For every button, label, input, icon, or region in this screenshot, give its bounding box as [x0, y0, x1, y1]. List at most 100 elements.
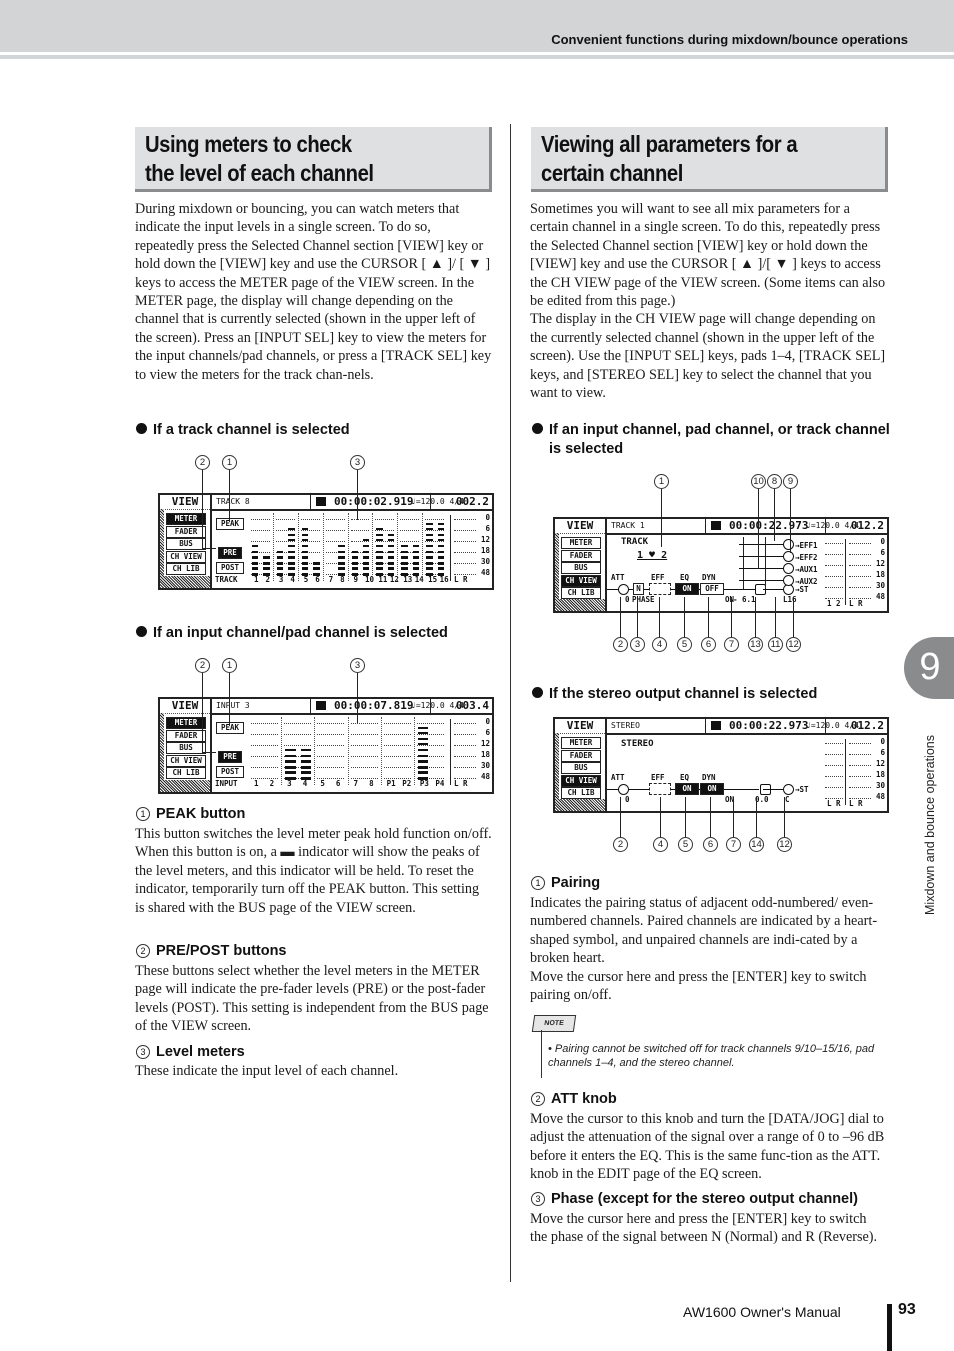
eff-button[interactable] — [649, 583, 671, 595]
tab-ch-lib[interactable]: CH LIB — [166, 563, 206, 575]
item-title: ATT knob — [551, 1091, 617, 1107]
number-badge: 3 — [531, 1192, 545, 1206]
leader-line — [202, 752, 216, 753]
meter-segment — [426, 533, 433, 536]
channel-number: 1 — [254, 779, 259, 788]
att-knob[interactable] — [618, 584, 629, 595]
post-button[interactable]: POST — [216, 766, 244, 778]
send-knob[interactable] — [783, 575, 794, 586]
eq-button[interactable]: ON — [675, 583, 699, 595]
tab-bus[interactable]: BUS — [166, 742, 206, 754]
att-label: ATT — [611, 573, 625, 582]
channel-number: 11 — [378, 575, 388, 584]
att-value: 0 — [625, 795, 630, 804]
tab-fader[interactable]: FADER — [166, 729, 206, 742]
eff-button[interactable] — [649, 783, 671, 795]
meter-divider — [347, 717, 349, 785]
scale-label: 0 — [880, 537, 885, 546]
callout-4: 4 — [653, 837, 668, 852]
meter-gridline — [400, 519, 420, 520]
meter-gridline — [350, 756, 378, 757]
time-counter: 00:00:07.819 — [334, 699, 414, 712]
meter-divider — [272, 513, 274, 581]
sidebar-hatch — [555, 799, 605, 811]
send-knob[interactable] — [783, 539, 794, 550]
scale-dotline — [849, 587, 871, 588]
meter-segment — [417, 771, 429, 775]
tab-meter[interactable]: METER — [166, 513, 206, 525]
att-knob[interactable] — [618, 784, 629, 795]
tab-ch-lib[interactable]: CH LIB — [166, 767, 206, 779]
peak-button[interactable]: PEAK — [216, 518, 244, 530]
scale-dotline — [454, 734, 476, 735]
tab-ch-view[interactable]: CH VIEW — [166, 754, 206, 767]
tab-meter[interactable]: METER — [166, 717, 206, 729]
selected-channel: STEREO — [611, 721, 640, 730]
channel-meter-gridline — [825, 576, 843, 577]
leader-line — [202, 548, 216, 549]
meter-gridline — [251, 767, 279, 768]
tab-ch-view[interactable]: CH VIEW — [166, 550, 206, 563]
tab-meter[interactable]: METER — [561, 537, 601, 549]
pairing-indicator[interactable]: 1 ♥ 2 — [637, 550, 667, 561]
case-input-heading: If an input channel/pad channel is selec… — [136, 624, 448, 643]
tab-ch-view[interactable]: CH VIEW — [561, 574, 601, 587]
phase-button[interactable]: N — [633, 583, 644, 595]
case-text: If the stereo output channel is selected — [549, 686, 818, 702]
tab-ch-lib[interactable]: CH LIB — [561, 587, 601, 599]
bullet-icon — [532, 687, 543, 698]
meter-segment — [263, 556, 270, 560]
meter-gridline — [375, 519, 395, 520]
tab-fader[interactable]: FADER — [166, 525, 206, 538]
meter-segment — [376, 556, 383, 560]
scale-dotline — [454, 723, 476, 724]
send-knob[interactable] — [783, 563, 794, 574]
channel-meter-gridline — [825, 543, 843, 544]
pre-button[interactable]: PRE — [218, 547, 242, 559]
meter-segment — [376, 545, 383, 547]
item-att-text: Move the cursor to this knob and turn th… — [530, 1110, 887, 1184]
meter-divider — [347, 513, 349, 581]
scale-label: 18 — [480, 546, 490, 555]
tab-bus[interactable]: BUS — [561, 762, 601, 774]
meter-gridline — [383, 756, 411, 757]
item-prepost-text: These buttons select whether the level m… — [135, 962, 492, 1036]
meter-segment — [252, 556, 259, 560]
pan-knob[interactable] — [783, 784, 794, 795]
time-counter: 00:00:22.973 — [729, 519, 809, 532]
pre-button[interactable]: PRE — [218, 751, 242, 763]
meter-segment — [362, 539, 370, 542]
view-sidebar: VIEW METER FADER BUS CH VIEW CH LIB — [160, 699, 212, 792]
view-title: VIEW — [555, 519, 605, 534]
callout-6: 6 — [703, 837, 718, 852]
meter-divider — [372, 513, 374, 581]
peak-button[interactable]: PEAK — [216, 722, 244, 734]
meter-segment — [301, 567, 309, 571]
meter-divider — [413, 717, 415, 785]
dyn-button[interactable]: ON — [700, 783, 724, 795]
meter-segment — [437, 533, 444, 536]
lcd-meter-track: VIEW METER FADER BUS CH VIEW CH LIB TRACK 8 00:… — [158, 493, 494, 590]
send-label: →AUX1 — [795, 565, 818, 574]
tab-meter[interactable]: METER — [561, 737, 601, 749]
row-label: TRACK — [215, 575, 238, 584]
running-head: Convenient functions during mixdown/boun… — [551, 32, 908, 47]
eq-label: EQ — [680, 573, 690, 582]
meter-divider — [322, 513, 324, 581]
tab-bus[interactable]: BUS — [166, 538, 206, 550]
eq-button[interactable]: ON — [675, 783, 699, 795]
tab-fader[interactable]: FADER — [561, 749, 601, 762]
send-knob[interactable] — [783, 551, 794, 562]
channel-number: 2 — [265, 575, 270, 584]
dyn-button[interactable]: OFF — [700, 583, 724, 595]
send-st: →ST — [795, 785, 809, 794]
meter-segment — [313, 561, 320, 565]
tab-ch-lib[interactable]: CH LIB — [561, 787, 601, 799]
meter-gridline — [350, 519, 370, 520]
tab-fader[interactable]: FADER — [561, 549, 601, 562]
tab-bus[interactable]: BUS — [561, 562, 601, 574]
tab-ch-view[interactable]: CH VIEW — [561, 774, 601, 787]
post-button[interactable]: POST — [216, 562, 244, 574]
meter-segment — [401, 567, 408, 571]
meter-segment — [276, 561, 284, 565]
